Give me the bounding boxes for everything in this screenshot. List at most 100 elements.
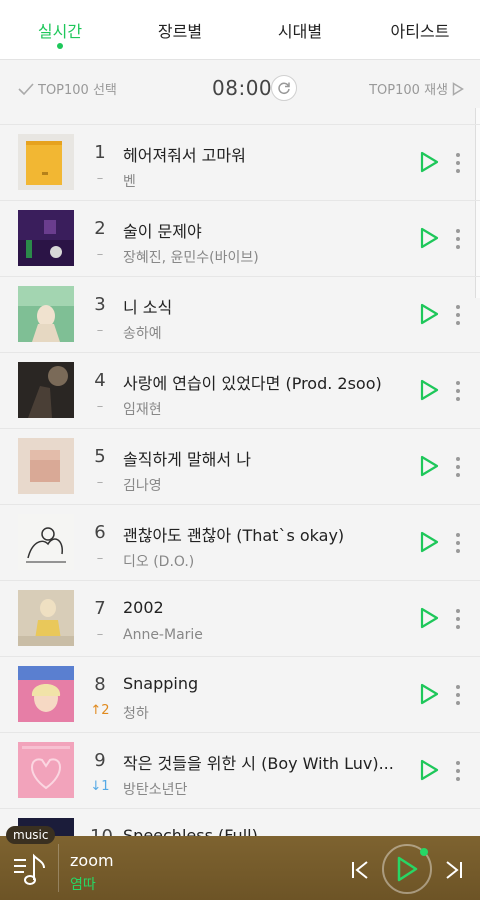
refresh-button[interactable]	[271, 75, 297, 101]
song-row[interactable]: 4 – 사랑에 연습이 있었다면 (Prod. 2soo) 임재현	[0, 352, 480, 428]
album-art	[18, 210, 74, 266]
song-row[interactable]: 6 – 괜찮아도 괜찮아 (That`s okay) 디오 (D.O.)	[0, 504, 480, 580]
song-title: 술이 문제야	[123, 222, 202, 241]
song-row[interactable]: 3 – 니 소식 송하예	[0, 276, 480, 352]
album-art	[18, 438, 74, 494]
rank-change: ↓1	[90, 779, 110, 794]
album-art	[18, 134, 74, 190]
play-icon[interactable]	[418, 607, 440, 629]
more-options-icon[interactable]	[452, 151, 464, 175]
music-tag: music	[6, 826, 56, 844]
play-icon	[397, 856, 418, 882]
song-artist: 방탄소년단	[123, 782, 188, 798]
top100-play-label: TOP100 재생	[369, 83, 448, 98]
tab-label: 실시간	[37, 22, 83, 41]
live-indicator	[420, 848, 428, 856]
top100-select-label: TOP100 선택	[38, 83, 117, 98]
mini-player: zoom 염따	[0, 836, 480, 900]
song-title: 헤어져줘서 고마워	[123, 146, 246, 165]
song-artist: 장혜진, 윤민수(바이브)	[123, 250, 259, 266]
song-title: 사랑에 연습이 있었다면 (Prod. 2soo)	[123, 374, 382, 393]
rank-change: –	[96, 399, 104, 414]
song-row[interactable]: 5 – 솔직하게 말해서 나 김나영	[0, 428, 480, 504]
song-list: 1 – 헤어져줘서 고마워 벤 2 – 술이 문제야 장혜진, 윤민수(바이브)…	[0, 124, 480, 884]
player-divider	[58, 844, 59, 892]
rank-change: ↑2	[90, 703, 110, 718]
active-tab-indicator	[57, 43, 63, 49]
song-title: 2002	[123, 598, 164, 617]
chart-controls: TOP100 선택 08:00 TOP100 재생	[0, 60, 480, 116]
play-icon[interactable]	[418, 683, 440, 705]
more-options-icon[interactable]	[452, 759, 464, 783]
play-icon[interactable]	[418, 379, 440, 401]
album-art	[18, 742, 74, 798]
album-art	[18, 286, 74, 342]
rank-change: –	[96, 475, 104, 490]
rank-number: 5	[94, 446, 106, 467]
album-art	[18, 362, 74, 418]
tab-artist[interactable]: 아티스트	[360, 0, 480, 59]
song-artist: 송하예	[123, 326, 162, 342]
rank-number: 3	[94, 294, 106, 315]
rank-number: 1	[94, 142, 106, 163]
song-row[interactable]: 1 – 헤어져줘서 고마워 벤	[0, 124, 480, 200]
play-pause-button[interactable]	[382, 844, 432, 894]
rank-change: –	[96, 627, 104, 642]
play-icon[interactable]	[418, 759, 440, 781]
rank-change: –	[96, 323, 104, 338]
play-icon[interactable]	[418, 151, 440, 173]
more-options-icon[interactable]	[452, 455, 464, 479]
tab-label: 시대별	[277, 22, 323, 41]
rank-number: 8	[94, 674, 106, 695]
song-title: 작은 것들을 위한 시 (Boy With Luv)...	[123, 754, 394, 773]
song-title: Snapping	[123, 674, 199, 693]
chart-time: 08:00	[212, 76, 273, 100]
rank-change: –	[96, 551, 104, 566]
playlist-icon[interactable]	[12, 852, 48, 886]
song-row[interactable]: 8 ↑2 Snapping 청하	[0, 656, 480, 732]
more-options-icon[interactable]	[452, 607, 464, 631]
play-icon[interactable]	[418, 531, 440, 553]
next-track-icon[interactable]	[444, 860, 464, 880]
song-artist: 청하	[123, 706, 149, 722]
album-art	[18, 514, 74, 570]
song-artist: Anne-Marie	[123, 627, 203, 643]
song-artist: 벤	[123, 174, 136, 190]
album-art	[18, 590, 74, 646]
song-artist: 임재현	[123, 402, 162, 418]
now-playing-title: zoom	[70, 851, 114, 870]
play-icon[interactable]	[418, 455, 440, 477]
rank-number: 2	[94, 218, 106, 239]
play-icon[interactable]	[418, 227, 440, 249]
rank-number: 7	[94, 598, 106, 619]
more-options-icon[interactable]	[452, 303, 464, 327]
song-title: 니 소식	[123, 298, 173, 317]
rank-number: 9	[94, 750, 106, 771]
more-options-icon[interactable]	[452, 683, 464, 707]
more-options-icon[interactable]	[452, 379, 464, 403]
song-row[interactable]: 9 ↓1 작은 것들을 위한 시 (Boy With Luv)... 방탄소년단	[0, 732, 480, 808]
song-title: 솔직하게 말해서 나	[123, 450, 251, 469]
rank-change: –	[96, 171, 104, 186]
song-row[interactable]: 7 – 2002 Anne-Marie	[0, 580, 480, 656]
song-title: 괜찮아도 괜찮아 (That`s okay)	[123, 526, 345, 545]
top100-select-button[interactable]: TOP100 선택	[18, 79, 117, 98]
top100-play-button[interactable]: TOP100 재생	[369, 79, 464, 98]
song-artist: 디오 (D.O.)	[123, 554, 195, 570]
tab-genre[interactable]: 장르별	[120, 0, 240, 59]
tab-realtime[interactable]: 실시간	[0, 0, 120, 59]
tab-era[interactable]: 시대별	[240, 0, 360, 59]
tab-label: 아티스트	[390, 22, 450, 41]
tab-label: 장르별	[157, 22, 203, 41]
refresh-icon	[278, 82, 290, 95]
song-row[interactable]: 2 – 술이 문제야 장혜진, 윤민수(바이브)	[0, 200, 480, 276]
more-options-icon[interactable]	[452, 531, 464, 555]
rank-change: –	[96, 247, 104, 262]
album-art	[18, 666, 74, 722]
rank-number: 6	[94, 522, 106, 543]
category-tabs: 실시간 장르별 시대별 아티스트	[0, 0, 480, 60]
previous-track-icon[interactable]	[350, 860, 370, 880]
more-options-icon[interactable]	[452, 227, 464, 251]
song-artist: 김나영	[123, 478, 162, 494]
play-icon[interactable]	[418, 303, 440, 325]
